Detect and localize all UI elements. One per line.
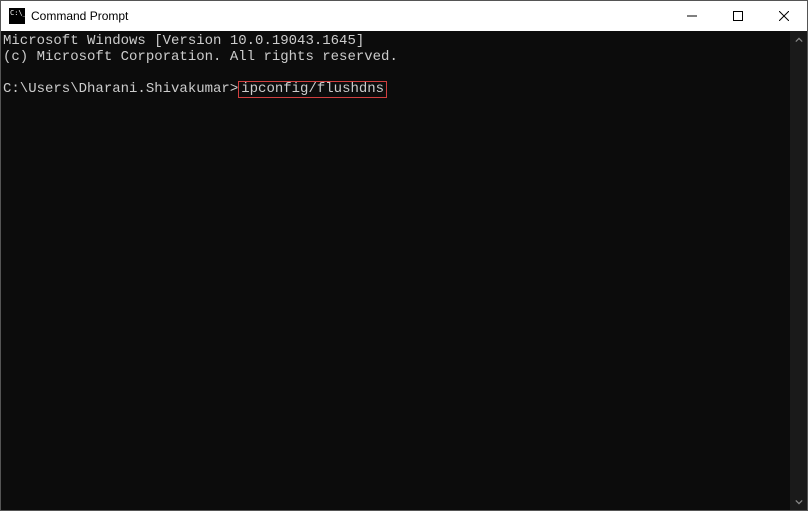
command-highlight: ipconfig/flushdns xyxy=(238,81,387,98)
window-controls xyxy=(669,1,807,31)
chevron-up-icon xyxy=(795,36,803,44)
minimize-button[interactable] xyxy=(669,1,715,31)
close-icon xyxy=(779,11,789,21)
minimize-icon xyxy=(687,11,697,21)
terminal-line: (c) Microsoft Corporation. All rights re… xyxy=(3,49,398,65)
close-button[interactable] xyxy=(761,1,807,31)
titlebar[interactable]: Command Prompt xyxy=(1,1,807,31)
terminal-area: Microsoft Windows [Version 10.0.19043.16… xyxy=(1,31,807,510)
cmd-icon xyxy=(9,8,25,24)
chevron-down-icon xyxy=(795,498,803,506)
terminal[interactable]: Microsoft Windows [Version 10.0.19043.16… xyxy=(1,31,790,510)
terminal-prompt: C:\Users\Dharani.Shivakumar> xyxy=(3,81,238,97)
command-prompt-window: Command Prompt Microsoft Windows [Versio… xyxy=(0,0,808,511)
scroll-up-button[interactable] xyxy=(790,31,807,48)
scroll-down-button[interactable] xyxy=(790,493,807,510)
scrollbar[interactable] xyxy=(790,31,807,510)
maximize-icon xyxy=(733,11,743,21)
terminal-line: Microsoft Windows [Version 10.0.19043.16… xyxy=(3,33,364,49)
terminal-command: ipconfig/flushdns xyxy=(241,81,384,97)
maximize-button[interactable] xyxy=(715,1,761,31)
window-title: Command Prompt xyxy=(31,9,128,23)
